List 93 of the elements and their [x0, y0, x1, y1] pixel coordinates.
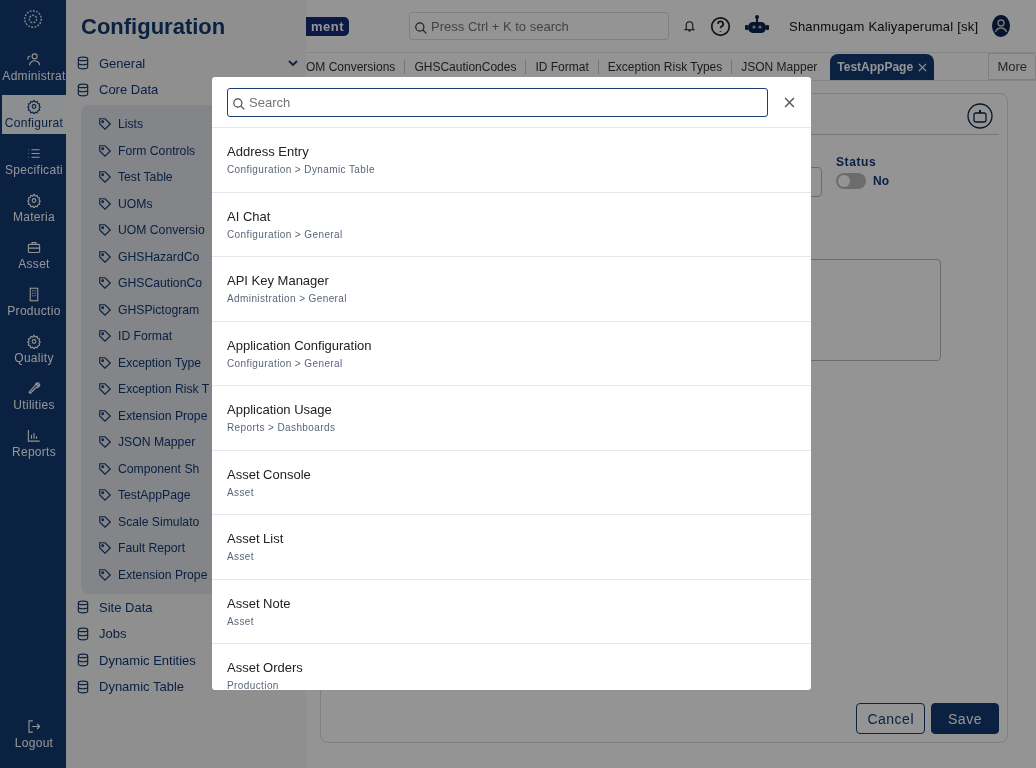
save-button[interactable]: Save: [931, 703, 999, 734]
tag-icon: [98, 488, 112, 503]
search-result-item[interactable]: Asset List Asset: [212, 515, 811, 580]
search-result-item[interactable]: Application Configuration Configuration > General: [212, 321, 811, 386]
result-path: Asset: [227, 551, 255, 563]
result-title: Application Usage: [227, 402, 333, 418]
search-field[interactable]: Search: [227, 88, 768, 117]
global-search-field[interactable]: Press Ctrl + K to search: [409, 12, 670, 40]
status-toggle[interactable]: [836, 173, 866, 189]
cancel-button[interactable]: Cancel: [856, 703, 925, 734]
rail-nav-item[interactable]: Productio: [2, 283, 66, 322]
tag-icon: [98, 223, 112, 238]
database-icon: [76, 626, 90, 641]
result-path: Administration > General: [227, 293, 348, 305]
nav-icon: [25, 52, 43, 67]
tag-icon: [98, 329, 112, 344]
nav-icon: [25, 99, 43, 114]
tag-icon: [98, 302, 112, 317]
result-title: Application Configuration: [227, 337, 373, 353]
tag-icon: [98, 541, 112, 556]
result-title: Asset Note: [227, 595, 292, 611]
nav-icon: [25, 193, 43, 208]
result-path: Configuration > General: [227, 228, 344, 240]
database-icon: [76, 600, 90, 615]
result-title: Asset Console: [227, 466, 312, 482]
result-path: Configuration > Dynamic Table: [227, 164, 376, 176]
tag-icon: [98, 435, 112, 450]
tree-item[interactable]: General: [76, 50, 306, 77]
database-icon: [76, 679, 90, 694]
page-tab[interactable]: JSON Mapper: [732, 54, 827, 80]
user-avatar-icon[interactable]: [992, 15, 1011, 37]
page-tab[interactable]: ID Format: [526, 54, 598, 80]
help-icon[interactable]: [710, 15, 732, 37]
nav-icon: [25, 146, 43, 161]
rail-nav-item[interactable]: Reports: [2, 424, 66, 463]
search-result-item[interactable]: API Key Manager Administration > General: [212, 257, 811, 322]
database-icon: [76, 56, 90, 71]
robot-icon[interactable]: [967, 103, 993, 129]
page-tab[interactable]: GHSCautionCodes: [405, 54, 526, 80]
tag-icon: [98, 567, 112, 582]
tag-icon: [98, 276, 112, 291]
tag-icon: [98, 196, 112, 211]
rail-nav-item[interactable]: Quality: [2, 330, 66, 369]
logout-button[interactable]: Logout: [2, 715, 66, 754]
environment-badge: ment: [306, 16, 350, 36]
nav-icon: [25, 381, 43, 396]
close-icon[interactable]: [784, 97, 795, 108]
tag-icon: [98, 514, 112, 529]
panel-title: Configuration: [81, 14, 227, 40]
nav-icon: [25, 428, 43, 443]
search-result-item[interactable]: AI Chat Configuration > General: [212, 192, 811, 257]
tag-icon: [98, 249, 112, 264]
tag-icon: [98, 170, 112, 185]
result-title: Asset Orders: [227, 660, 304, 676]
page-tab[interactable]: TestAppPage: [830, 54, 935, 80]
rail-nav-item[interactable]: Configurat: [2, 95, 66, 134]
result-path: Configuration > General: [227, 357, 344, 369]
database-icon: [76, 82, 90, 97]
rail-nav-item[interactable]: Asset: [2, 236, 66, 275]
result-title: AI Chat: [227, 208, 272, 224]
tag-icon: [98, 461, 112, 476]
result-path: Asset: [227, 486, 255, 498]
database-icon: [76, 653, 90, 668]
nav-icon: [25, 240, 43, 255]
chevron-down-icon: [288, 59, 298, 68]
result-title: API Key Manager: [227, 273, 330, 289]
more-button[interactable]: More: [988, 53, 1036, 80]
result-path: Reports > Dashboards: [227, 422, 337, 434]
user-name: Shanmugam Kaliyaperumal [sk]: [789, 18, 979, 34]
bell-icon[interactable]: [683, 19, 697, 33]
page-tab[interactable]: OM Conversions: [306, 54, 405, 80]
gear-logo-icon: [22, 8, 44, 30]
search-result-item[interactable]: Address Entry Configuration > Dynamic Table: [212, 128, 811, 193]
tag-icon: [98, 408, 112, 423]
result-path: Asset: [227, 615, 255, 627]
page-tab[interactable]: Exception Risk Types: [598, 54, 732, 80]
rail-nav-item[interactable]: Administrat: [2, 48, 66, 87]
rail-nav-item[interactable]: Materia: [2, 189, 66, 228]
tag-icon: [98, 117, 112, 132]
search-result-item[interactable]: Asset Note Asset: [212, 579, 811, 644]
tag-icon: [98, 382, 112, 397]
status-value: No: [873, 174, 889, 188]
search-result-item[interactable]: Application Usage Reports > Dashboards: [212, 386, 811, 451]
result-title: Address Entry: [227, 144, 310, 160]
search-result-item[interactable]: Asset Orders Production: [212, 644, 811, 690]
result-path: Production: [227, 680, 280, 690]
rail-nav-item[interactable]: Specificati: [2, 142, 66, 181]
search-result-item[interactable]: Asset Console Asset: [212, 450, 811, 515]
tag-icon: [98, 143, 112, 158]
tag-icon: [98, 355, 112, 370]
nav-icon: [25, 334, 43, 349]
rail-nav-item[interactable]: Utilities: [2, 377, 66, 416]
status-label: Status: [836, 155, 878, 169]
